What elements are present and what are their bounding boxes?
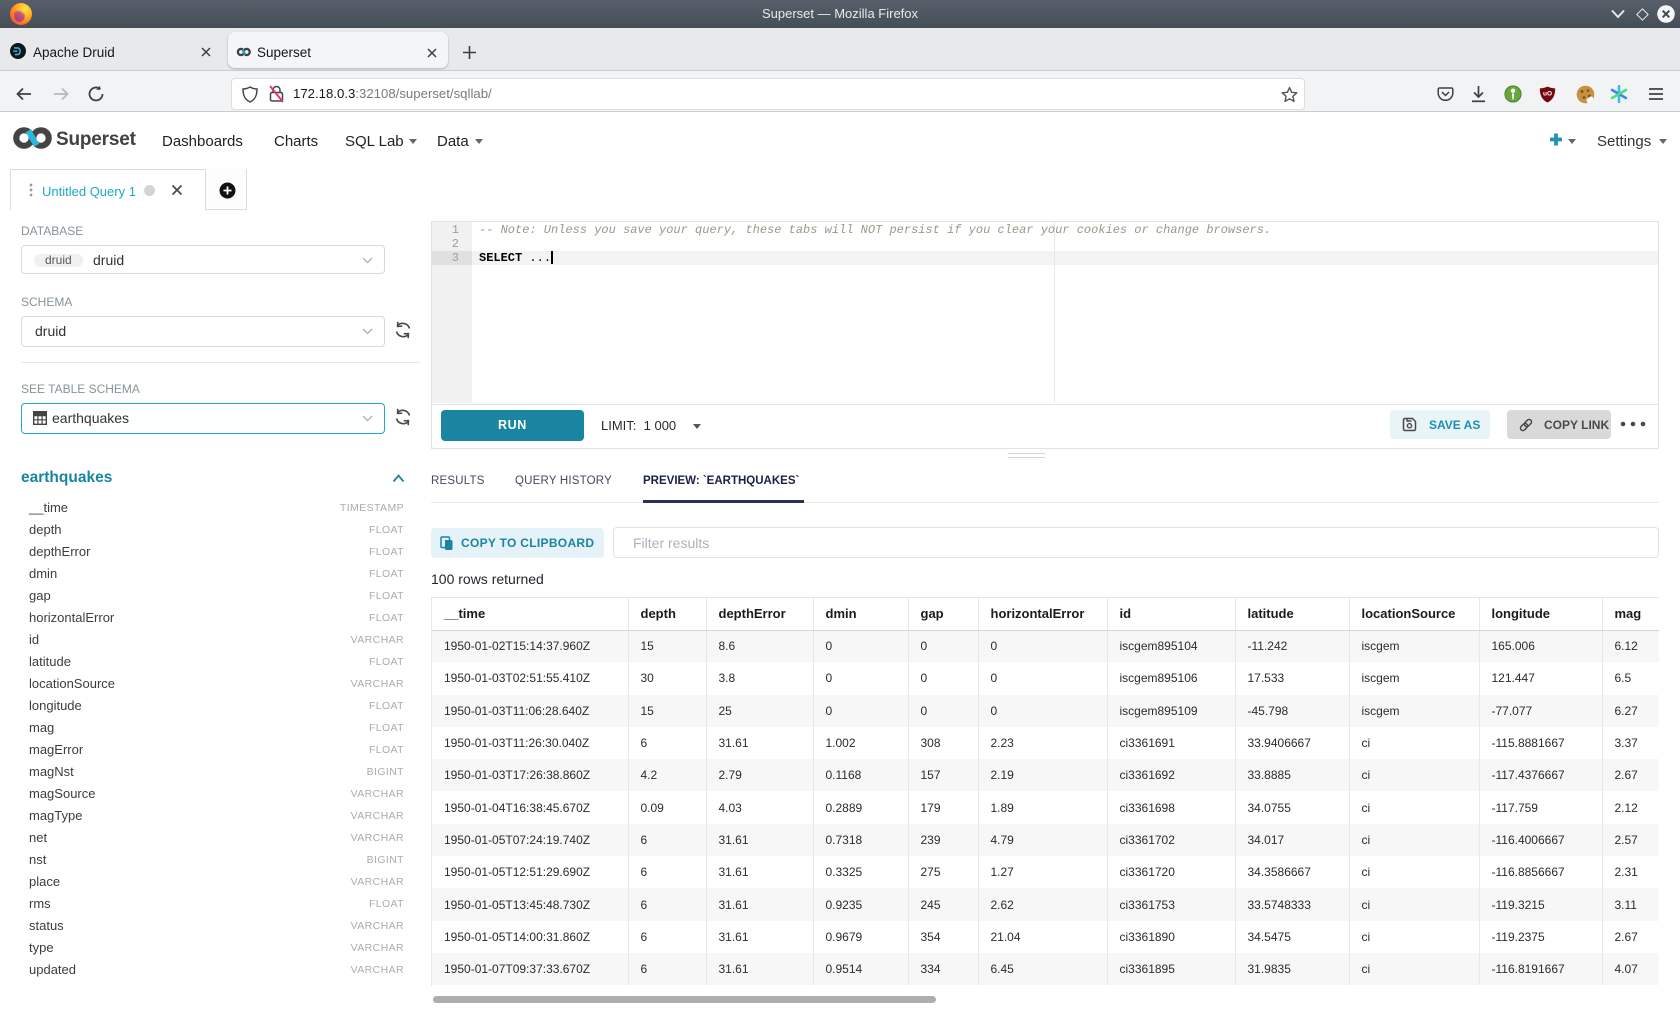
svg-text:uO: uO — [1543, 91, 1552, 98]
